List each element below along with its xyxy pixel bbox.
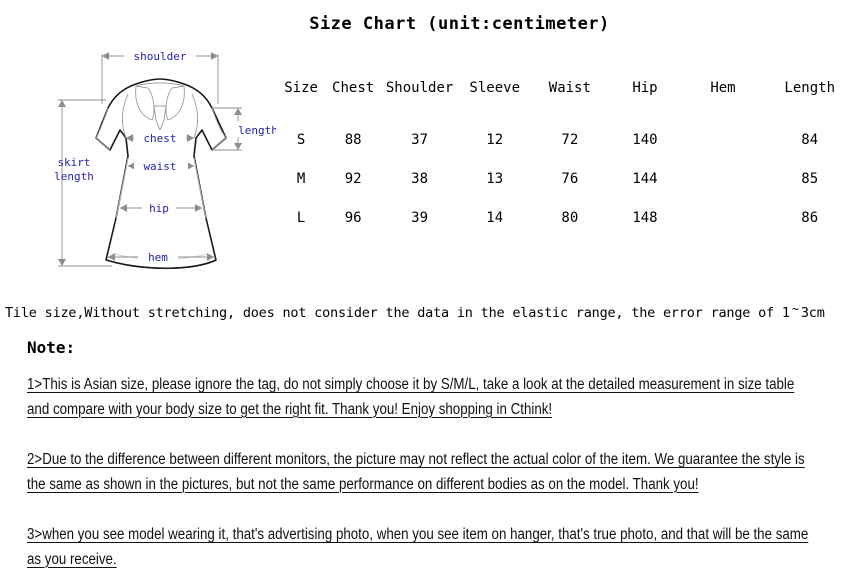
shoulder-arrow-left xyxy=(102,52,109,60)
note-item-3-text: 3>when you see model wearing it, that's … xyxy=(27,526,809,568)
dress-measurement-diagram: shoulder length chest waist hip hem skir… xyxy=(36,38,276,283)
table-row: M 92 38 13 76 144 85 xyxy=(278,165,856,204)
shoulder-label: shoulder xyxy=(134,50,187,63)
skirt-length-label-line2: length xyxy=(54,170,94,183)
tile-size-disclaimer: Tile size,Without stretching, does not c… xyxy=(5,302,857,321)
column-header-shoulder: Shoulder xyxy=(385,80,454,96)
length-arrow-top xyxy=(234,108,242,115)
cell-size: L xyxy=(296,210,306,226)
cell-size: S xyxy=(296,132,306,148)
cell-shoulder: 38 xyxy=(411,171,429,187)
column-header-hem: Hem xyxy=(710,80,736,96)
note-item-1: 1>This is Asian size, please ignore the … xyxy=(27,373,801,422)
length-label: length xyxy=(238,124,276,137)
page-title: Size Chart (unit:centimeter) xyxy=(309,14,610,34)
cell-sleeve: 14 xyxy=(486,210,504,226)
tile-size-disclaimer-part1: Tile size,Without stretching, does not c… xyxy=(5,305,790,322)
note-item-3: 3>when you see model wearing it, that's … xyxy=(27,523,823,572)
hem-label: hem xyxy=(148,251,168,264)
note-item-2-text: 2>Due to the difference between differen… xyxy=(27,451,805,493)
size-chart-table: Size Chest Shoulder Sleeve Waist Hip Hem… xyxy=(278,80,856,243)
cell-chest: 88 xyxy=(344,132,362,148)
shoulder-arrow-right xyxy=(211,52,218,60)
cell-waist: 80 xyxy=(561,210,579,226)
cell-hip: 148 xyxy=(632,210,658,226)
column-header-chest: Chest xyxy=(332,80,375,96)
cell-hip: 144 xyxy=(632,171,658,187)
cell-sleeve: 12 xyxy=(486,132,504,148)
cell-chest: 92 xyxy=(344,171,362,187)
skirt-arrow-bottom xyxy=(58,259,66,266)
column-header-hip: Hip xyxy=(632,80,658,96)
column-header-sleeve: Sleeve xyxy=(469,80,520,96)
cell-hem xyxy=(683,165,764,204)
cell-shoulder: 37 xyxy=(411,132,429,148)
cell-length: 86 xyxy=(801,210,819,226)
cell-chest: 96 xyxy=(344,210,362,226)
table-header-row: Size Chest Shoulder Sleeve Waist Hip Hem… xyxy=(278,80,856,126)
column-header-size: Size xyxy=(284,80,318,96)
cell-waist: 76 xyxy=(561,171,579,187)
cell-shoulder: 39 xyxy=(411,210,429,226)
length-arrow-bottom xyxy=(234,143,242,150)
cell-length: 85 xyxy=(801,171,819,187)
hip-label: hip xyxy=(149,202,169,215)
chest-label: chest xyxy=(143,132,176,145)
note-heading: Note: xyxy=(27,338,76,357)
column-header-length: Length xyxy=(784,80,835,96)
note-item-2: 2>Due to the difference between differen… xyxy=(27,448,823,497)
column-header-waist: Waist xyxy=(548,80,591,96)
table-row: S 88 37 12 72 140 84 xyxy=(278,126,856,165)
tile-size-disclaimer-part2: 3cm xyxy=(800,305,825,322)
cell-waist: 72 xyxy=(561,132,579,148)
table-row: L 96 39 14 80 148 86 xyxy=(278,204,856,243)
cell-hip: 140 xyxy=(632,132,658,148)
cell-hem xyxy=(683,204,764,243)
skirt-arrow-top xyxy=(58,100,66,107)
cell-sleeve: 13 xyxy=(486,171,504,187)
cell-hem xyxy=(683,126,764,165)
note-item-1-text: 1>This is Asian size, please ignore the … xyxy=(27,376,795,418)
tilde-symbol: ~ xyxy=(791,302,799,316)
waist-label: waist xyxy=(143,160,176,173)
cell-size: M xyxy=(296,171,306,187)
skirt-length-label-line1: skirt xyxy=(57,156,90,169)
cell-length: 84 xyxy=(801,132,819,148)
